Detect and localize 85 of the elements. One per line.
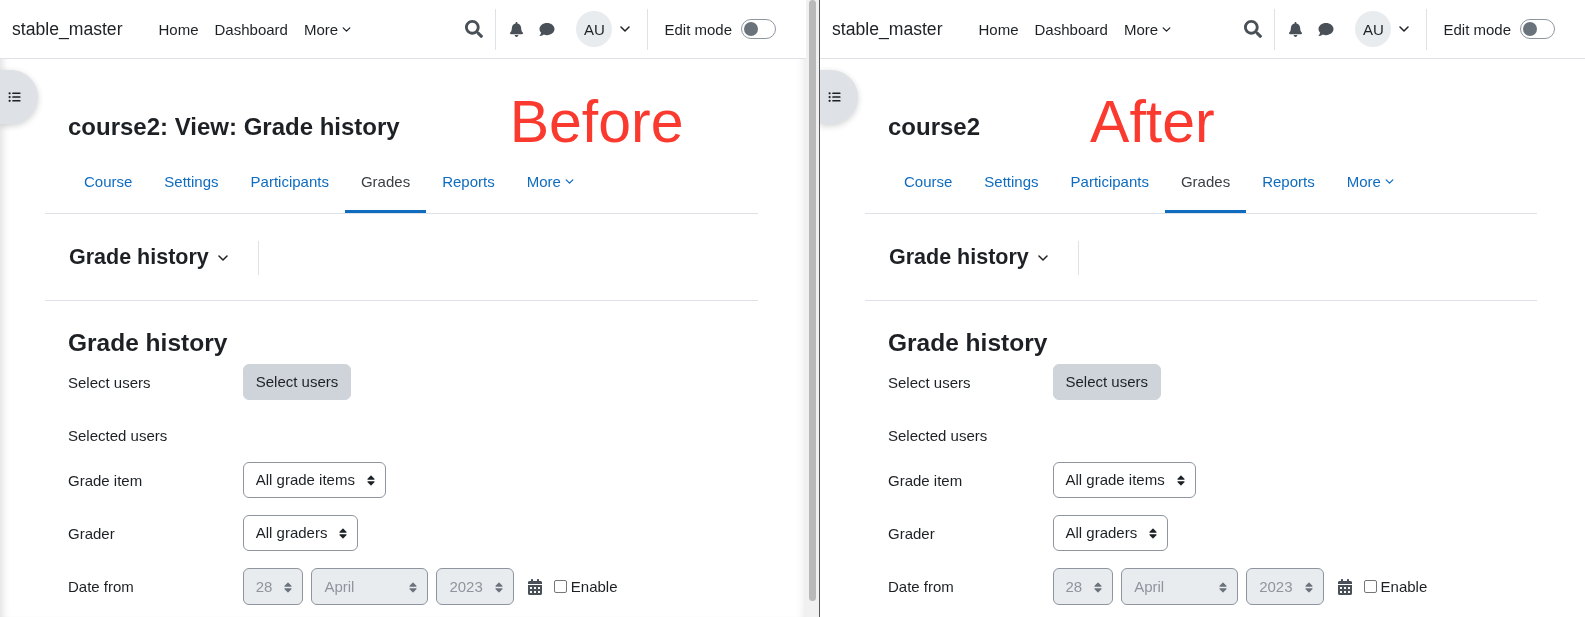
- caret-icon: [342, 26, 352, 32]
- nav-tab[interactable]: Participants: [1054, 160, 1165, 213]
- nav-tab[interactable]: Participants: [234, 160, 345, 213]
- section-heading: Grade history: [68, 327, 229, 358]
- select-users-button[interactable]: Select users: [242, 364, 352, 401]
- page-title: course2: View: Grade history: [68, 113, 400, 142]
- edit-mode-label: Edit mode: [664, 20, 732, 38]
- search-icon[interactable]: [1244, 20, 1263, 38]
- sort-icon: [366, 473, 375, 487]
- nav-tab[interactable]: Reports: [426, 160, 511, 213]
- bell-icon[interactable]: [1289, 21, 1303, 37]
- nav-tab[interactable]: Settings: [148, 160, 235, 213]
- sort-icon: [284, 580, 293, 594]
- nav-tab[interactable]: More: [510, 160, 590, 213]
- drawer-toggle-button[interactable]: [820, 70, 858, 124]
- caret-icon: [564, 179, 574, 185]
- edit-mode-label: Edit mode: [1443, 20, 1511, 38]
- field-label: Date from: [68, 577, 134, 598]
- site-name[interactable]: stable_master: [12, 18, 123, 40]
- page-title: course2: [888, 113, 981, 142]
- field-label: Select users: [68, 373, 151, 394]
- caret-icon: [1162, 26, 1172, 32]
- field-label: Select users: [888, 373, 971, 394]
- field-label: Grader: [68, 524, 115, 545]
- checkbox[interactable]: [553, 580, 567, 594]
- sort-icon: [1176, 473, 1185, 487]
- select-field[interactable]: All graders: [242, 515, 359, 552]
- calendar-icon[interactable]: [527, 578, 542, 595]
- nav-tab[interactable]: Reports: [1246, 160, 1331, 213]
- select-field[interactable]: All grade items: [1052, 462, 1196, 499]
- select-field[interactable]: All grade items: [242, 462, 386, 499]
- list-icon: [8, 91, 21, 103]
- section-heading: Grade history: [888, 327, 1049, 358]
- edit-mode-toggle[interactable]: [1520, 19, 1555, 39]
- nav-tab[interactable]: Grades: [1164, 160, 1247, 213]
- list-icon: [828, 91, 841, 103]
- select-field[interactable]: All graders: [1052, 515, 1169, 552]
- field-label: Grade item: [888, 471, 963, 492]
- report-selector[interactable]: Grade history: [69, 245, 228, 271]
- nav-menu[interactable]: More: [295, 20, 360, 38]
- sort-icon: [1094, 580, 1103, 594]
- nav-link[interactable]: Home: [150, 20, 207, 38]
- caret-icon[interactable]: [620, 26, 631, 32]
- annotation-label: After: [1090, 89, 1215, 157]
- sort-icon: [1219, 580, 1228, 594]
- nav-link[interactable]: Dashboard: [1026, 20, 1116, 38]
- annotation-label: Before: [509, 89, 684, 157]
- checkbox-label: Enable: [1380, 576, 1428, 597]
- search-icon[interactable]: [465, 20, 484, 38]
- nav-tab[interactable]: Course: [68, 160, 149, 213]
- bell-icon[interactable]: [510, 21, 524, 37]
- user-avatar[interactable]: AU: [576, 11, 613, 47]
- nav-tab[interactable]: Settings: [968, 160, 1055, 213]
- caret-icon[interactable]: [1399, 26, 1410, 32]
- caret-icon: [1037, 254, 1048, 261]
- scrollbar-thumb[interactable]: [809, 0, 816, 601]
- sort-icon: [1304, 580, 1313, 594]
- checkbox[interactable]: [1363, 580, 1377, 594]
- nav-tab[interactable]: More: [1330, 160, 1410, 213]
- sort-icon: [1149, 526, 1158, 540]
- site-name[interactable]: stable_master: [832, 18, 943, 40]
- field-label: Selected users: [68, 426, 168, 447]
- nav-tab[interactable]: Grades: [344, 160, 427, 213]
- select-users-button[interactable]: Select users: [1052, 364, 1162, 401]
- caret-icon: [217, 254, 228, 261]
- field-label: Grader: [888, 524, 935, 545]
- calendar-icon[interactable]: [1337, 578, 1352, 595]
- chat-bubble-icon[interactable]: [1318, 21, 1335, 37]
- caret-icon: [1384, 179, 1394, 185]
- field-label: Grade item: [68, 471, 143, 492]
- sort-icon: [409, 580, 418, 594]
- checkbox-label: Enable: [570, 576, 618, 597]
- field-label: Date from: [888, 577, 954, 598]
- nav-link[interactable]: Dashboard: [206, 20, 296, 38]
- nav-link[interactable]: Home: [970, 20, 1027, 38]
- sort-icon: [494, 580, 503, 594]
- report-selector[interactable]: Grade history: [889, 245, 1048, 271]
- chat-bubble-icon[interactable]: [539, 21, 556, 37]
- sort-icon: [339, 526, 348, 540]
- user-avatar[interactable]: AU: [1355, 11, 1392, 47]
- edit-mode-toggle[interactable]: [741, 19, 776, 39]
- nav-tab[interactable]: Course: [888, 160, 969, 213]
- drawer-toggle-button[interactable]: [0, 70, 38, 124]
- nav-menu[interactable]: More: [1115, 20, 1180, 38]
- field-label: Selected users: [888, 426, 988, 447]
